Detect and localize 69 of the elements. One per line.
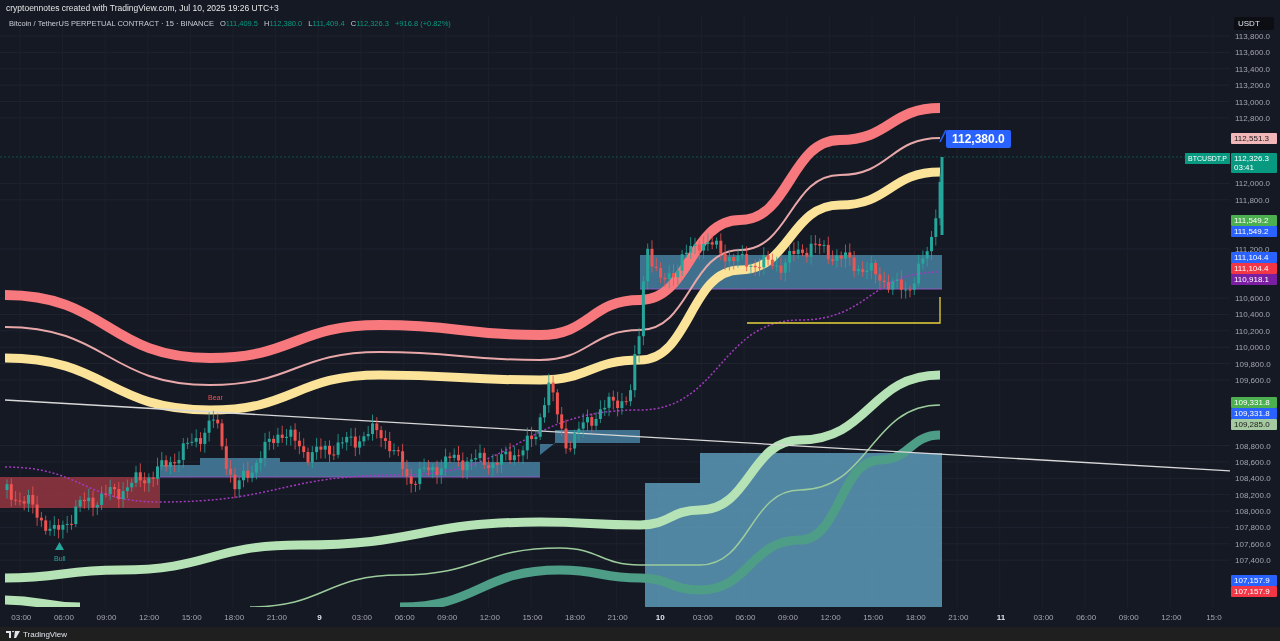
time-label: 10 — [654, 612, 666, 622]
price-tick: 107,800.0 — [1235, 522, 1271, 532]
price-tick: 110,000.0 — [1235, 342, 1270, 352]
price-tag: 111,104.4 — [1231, 262, 1277, 274]
price-tick: 110,200.0 — [1235, 326, 1270, 336]
time-label: 15:00 — [180, 612, 203, 622]
price-tick: 108,000.0 — [1235, 506, 1271, 516]
time-label: 03:00 — [691, 612, 714, 622]
time-label: 09:00 — [436, 612, 459, 622]
price-tag: 107,157.9 — [1231, 575, 1277, 586]
price-tick: 108,200.0 — [1235, 490, 1271, 500]
time-label: 03:00 — [351, 612, 374, 622]
price-tick: 108,600.0 — [1235, 457, 1271, 467]
time-label: 9 — [316, 612, 323, 622]
price-tick: 108,400.0 — [1235, 473, 1271, 483]
price-tick: 111,800.0 — [1235, 195, 1270, 205]
price-tick: 107,600.0 — [1235, 539, 1271, 549]
price-tag: 111,549.2 — [1231, 215, 1277, 227]
time-label: 21:00 — [265, 612, 288, 622]
price-tick: 111,200.0 — [1235, 244, 1270, 254]
chart-caption: cryptoennotes created with TradingView.com, Jul 10, 2025 19:26 UTC+3 — [5, 2, 280, 15]
price-tick: 110,400.0 — [1235, 309, 1270, 319]
currency-label[interactable]: USDT — [1234, 17, 1274, 30]
time-label: 06:00 — [52, 612, 75, 622]
price-tick: 110,600.0 — [1235, 293, 1270, 303]
brand-name: TradingView — [23, 629, 68, 639]
price-tick: 113,800.0 — [1235, 31, 1270, 41]
time-label: 21:00 — [606, 612, 629, 622]
time-label: 06:00 — [734, 612, 757, 622]
price-tag: 111,104.4 — [1231, 251, 1277, 263]
time-label: 11 — [995, 612, 1007, 622]
price-tick: 107,400.0 — [1235, 555, 1271, 565]
time-label: 09:00 — [1117, 612, 1140, 622]
time-label: 03:00 — [1032, 612, 1055, 622]
price-tick: 113,000.0 — [1235, 97, 1270, 106]
time-label: 12:00 — [478, 612, 501, 622]
price-callout: 112,380.0 — [946, 130, 1011, 148]
time-label: 06:00 — [1075, 612, 1098, 622]
time-label: 06:00 — [393, 612, 416, 622]
price-tag: 107,157.9 — [1231, 586, 1277, 597]
time-label: 15:00 — [521, 612, 544, 622]
price-tag: 110,918.1 — [1231, 273, 1277, 285]
price-tick: 112,000.0 — [1235, 178, 1270, 188]
price-tick: 113,400.0 — [1235, 64, 1270, 74]
logo-icon — [6, 630, 20, 638]
time-label: 18:00 — [904, 612, 927, 622]
price-tag: 112,551.3 — [1231, 133, 1277, 145]
time-label: 09:00 — [95, 612, 118, 622]
time-label: 09:00 — [776, 612, 799, 622]
time-label: 18:00 — [223, 612, 246, 622]
price-tag: 109,331.8 — [1231, 407, 1277, 419]
time-label: 12:00 — [819, 612, 842, 622]
price-tick: 112,800.0 — [1235, 113, 1270, 123]
time-label: 21:00 — [947, 612, 970, 622]
price-tag: 111,549.2 — [1231, 226, 1277, 238]
time-label: 18:00 — [564, 612, 587, 622]
price-tag: 109,285.0 — [1231, 418, 1277, 430]
price-tick: 109,600.0 — [1235, 375, 1271, 385]
time-label: 12:00 — [138, 612, 161, 622]
price-tick: 109,800.0 — [1235, 359, 1271, 369]
price-tick: 108,800.0 — [1235, 441, 1271, 450]
up-triangle-icon — [55, 542, 64, 550]
time-label: 03:00 — [10, 612, 33, 622]
time-label: 12:00 — [1160, 612, 1183, 622]
price-tick: 113,200.0 — [1235, 80, 1270, 90]
price-tick: 113,600.0 — [1235, 47, 1270, 57]
time-label: 15:0 — [1205, 612, 1223, 622]
time-label: 15:00 — [862, 612, 885, 622]
price-tag: 109,331.8 — [1231, 396, 1277, 408]
